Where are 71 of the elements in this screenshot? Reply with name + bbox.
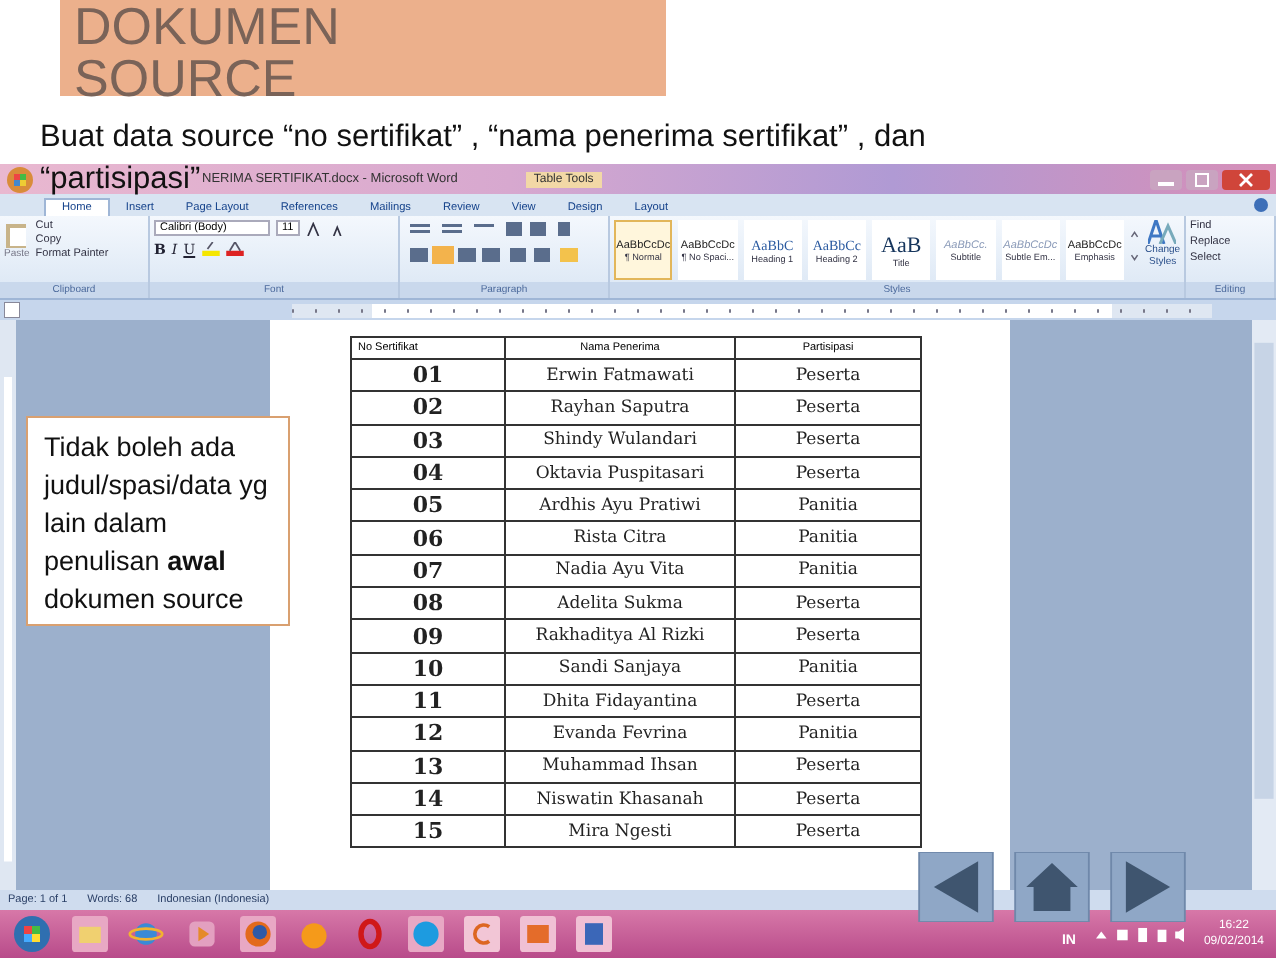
- table-cell: 05: [351, 489, 505, 522]
- table-cell: 09: [351, 619, 505, 653]
- table-cell: Nadia Ayu Vita: [505, 554, 735, 588]
- highlight-icon[interactable]: [201, 242, 220, 256]
- minimize-icon[interactable]: [1150, 169, 1182, 189]
- letters-icon: [1148, 220, 1177, 244]
- table-cell: Peserta: [735, 619, 921, 653]
- table-cell: Peserta: [735, 750, 921, 783]
- table-cell: Rista Citra: [505, 521, 735, 555]
- instruction-text: “partisipasi”: [40, 160, 201, 200]
- document-icon[interactable]: [576, 916, 612, 952]
- instruction-text: Buat data source “no sertifikat” , “nama penerima sertifikat” , dan: [40, 118, 926, 158]
- table-cell: Peserta: [735, 782, 921, 816]
- table-cell: Panitia: [735, 554, 921, 588]
- play-icon[interactable]: [184, 916, 220, 952]
- table-cell: Peserta: [735, 815, 921, 848]
- table-cell: Panitia: [735, 521, 921, 555]
- table-cell: Erwin Fatmawati: [505, 359, 735, 392]
- slides-icon[interactable]: [520, 916, 556, 952]
- table-cell: Peserta: [735, 359, 921, 392]
- table-cell: Peserta: [735, 587, 921, 620]
- table-cell: Muhammad Ihsan: [505, 750, 735, 783]
- table-cell: 10: [351, 652, 505, 685]
- table-cell: 08: [351, 587, 505, 620]
- table-cell: 12: [351, 717, 505, 751]
- table-cell: Rakhaditya Al Rizki: [505, 619, 735, 653]
- slide-title: DOKUMEN SOURCE: [74, 0, 342, 104]
- fox-globe-icon[interactable]: [240, 916, 276, 952]
- table-cell: Dhita Fidayantina: [505, 684, 735, 718]
- table-cell: 14: [351, 782, 505, 816]
- ring-icon[interactable]: [352, 916, 388, 952]
- table-cell: Rayhan Saputra: [505, 391, 735, 425]
- table-cell: 03: [351, 424, 505, 457]
- table-cell: Shindy Wulandari: [505, 424, 735, 457]
- clipboard-icon: [4, 220, 29, 248]
- swirl-icon[interactable]: [464, 916, 500, 952]
- table-cell: 02: [351, 391, 505, 425]
- table-cell: 01: [351, 359, 505, 392]
- tab-selector-icon[interactable]: [4, 302, 20, 318]
- office-button[interactable]: [6, 165, 34, 193]
- table-cell: 06: [351, 521, 505, 555]
- callout-text: Tidak boleh ada judul/spasi/data yg lain dalam penulisan awal dokumen source: [44, 432, 268, 614]
- start-button[interactable]: [12, 914, 52, 954]
- maximize-icon[interactable]: [1186, 169, 1218, 189]
- table-cell: Peserta: [735, 684, 921, 718]
- table-cell: 13: [351, 750, 505, 783]
- grow-font-icon[interactable]: [305, 221, 324, 235]
- previous-button[interactable]: [916, 852, 996, 922]
- table-cell: 07: [351, 554, 505, 588]
- table-cell: Peserta: [735, 456, 921, 490]
- home-button[interactable]: [1012, 852, 1092, 922]
- table-cell: 15: [351, 815, 505, 848]
- table-cell: Mira Ngesti: [505, 815, 735, 848]
- table-cell: Panitia: [735, 652, 921, 685]
- next-button[interactable]: [1108, 852, 1188, 922]
- table-cell: Peserta: [735, 424, 921, 457]
- table-cell: Adelita Sukma: [505, 587, 735, 620]
- scrollbar[interactable]: [1252, 320, 1276, 890]
- table-cell: Oktavia Puspitasari: [505, 456, 735, 490]
- table-cell: 04: [351, 456, 505, 490]
- table-cell: Evanda Fevrina: [505, 717, 735, 751]
- table-cell: Ardhis Ayu Pratiwi: [505, 489, 735, 522]
- tray-icons[interactable]: [1095, 925, 1184, 943]
- table-cell: Niswatin Khasanah: [505, 782, 735, 816]
- table-cell: Sandi Sanjaya: [505, 652, 735, 685]
- font-color-icon[interactable]: [225, 242, 244, 256]
- close-icon[interactable]: [1222, 169, 1270, 189]
- table-cell: Peserta: [735, 391, 921, 425]
- table-cell: Panitia: [735, 489, 921, 522]
- table-cell: 11: [351, 684, 505, 718]
- table-cell: Panitia: [735, 717, 921, 751]
